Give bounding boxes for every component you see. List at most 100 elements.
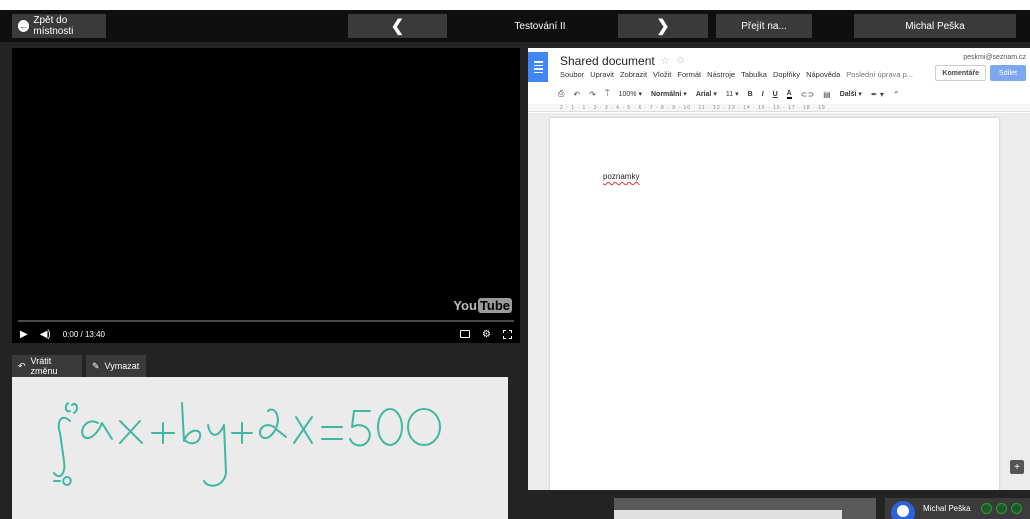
stroke-five [349,410,371,447]
docs-logo-icon[interactable] [528,52,548,82]
back-to-room-label: Zpět do místnosti [33,15,74,37]
menu-item[interactable]: Vložit [653,70,671,79]
stroke-b [181,402,202,445]
doc-title[interactable]: Shared document [560,54,655,68]
doc-title-row: Shared document ☆ ♲ [560,54,685,68]
comments-button[interactable]: Komentáře [935,65,986,81]
stroke-y [203,424,227,487]
ruler-ticks: 2 · 1 · 1 · 2 · 3 · 4 · 5 · 6 · 7 · 8 · … [560,104,826,111]
clear-label: Vymazat [104,361,140,371]
video-controls-right: ⚙ [460,329,512,340]
menu-item[interactable]: Nápověda [806,70,840,79]
previous-button[interactable]: ❮ [348,14,447,38]
menu-item[interactable]: Soubor [560,70,584,79]
italic-icon[interactable]: I [762,91,764,98]
youtube-logo-tube: Tube [477,298,512,313]
video-player[interactable]: You Tube ▶ ◀) 0:00 / 13:40 ⚙ [12,48,520,343]
comment-icon[interactable]: ▤ [823,90,831,99]
doc-canvas: poznamky [528,113,1030,490]
video-controls: ▶ ◀) 0:00 / 13:40 ⚙ [20,326,512,342]
fullscreen-icon[interactable] [503,329,512,339]
youtube-logo-you: You [453,298,477,313]
bold-icon[interactable]: B [748,91,753,98]
arrow-left-circle-icon: ← [18,20,30,32]
stroke-x2 [293,416,313,444]
style-select[interactable]: Normální ▾ [651,90,687,98]
doc-ruler[interactable]: 2 · 1 · 1 · 2 · 3 · 4 · 5 · 6 · 7 · 8 · … [528,104,1030,112]
doc-toolbar: ⎙ ↶ ↷ ⍑ 100% ▾ Normální ▾ Arial ▾ 11 ▾ B… [558,86,1030,102]
font-size-select[interactable]: 11 ▾ [726,90,739,98]
share-button[interactable]: Sdílet [990,65,1026,81]
goto-button[interactable]: Přejít na... [716,14,812,38]
youtube-logo[interactable]: You Tube [453,298,512,313]
user-menu-button[interactable]: Michal Peška [854,14,1016,38]
eraser-icon: ✎ [92,360,100,371]
participant-card[interactable]: Michal Peška [885,498,1030,519]
back-to-room-button[interactable]: ← Zpět do místnosti [12,14,106,38]
more-button[interactable]: Další ▾ [840,90,862,98]
undo-icon: ↶ [18,360,26,371]
undo-icon[interactable]: ↶ [573,90,580,99]
participant-status [980,503,1022,514]
clear-button[interactable]: ✎ Vymazat [86,355,146,377]
video-time: 0:00 / 13:40 [62,329,105,339]
collapse-icon[interactable]: ⌃ [893,90,900,99]
star-icon[interactable]: ☆ [661,56,670,67]
menu-item[interactable]: Doplňky [773,70,800,79]
doc-menubar: Soubor Upravit Zobrazit Vložit Formát Ná… [560,70,913,79]
browser-top-strip [0,0,1030,10]
menu-item[interactable]: Zobrazit [620,70,647,79]
whiteboard-canvas[interactable] [12,377,508,519]
account-email[interactable]: peskmi@seznam.cz [963,54,1026,61]
stroke-upper-limit [64,402,79,414]
video-progress-bar[interactable] [18,320,514,322]
underline-icon[interactable]: U [773,91,778,98]
undo-label: Vrátit změnu [30,356,58,376]
stroke-integral [53,416,71,478]
menu-item[interactable]: Upravit [590,70,614,79]
text-color-icon[interactable]: A [786,90,792,99]
shared-document: Shared document ☆ ♲ peskmi@seznam.cz Sou… [528,48,1030,490]
stroke-lower-limit [53,476,72,486]
play-icon[interactable]: ▶ [20,329,28,340]
stroke-zero1 [377,408,403,446]
link-icon[interactable]: ⊂⊃ [801,90,814,99]
camera-status-icon[interactable] [980,503,992,514]
bottom-panel [614,498,876,519]
menu-item[interactable]: Formát [677,70,701,79]
avatar [891,500,915,519]
last-edit-link[interactable]: Poslední úprava p... [846,70,913,79]
folder-icon[interactable]: ♲ [676,56,685,67]
chevron-left-icon: ❮ [390,18,405,35]
redo-icon[interactable]: ↷ [589,90,596,99]
font-value: Arial [695,91,712,98]
stroke-plus2 [231,422,253,444]
bottom-panel-content[interactable] [614,510,842,519]
paint-format-icon[interactable]: ⍑ [605,89,610,99]
font-size-value: 11 [725,91,734,98]
more-label: Další [839,91,857,98]
undo-button[interactable]: ↶ Vrátit změnu [12,355,82,377]
pen-icon[interactable]: ✒ ▾ [871,90,884,99]
screen-status-icon[interactable] [1010,503,1022,514]
add-icon[interactable]: + [1010,460,1024,474]
gear-icon[interactable]: ⚙ [482,329,491,340]
menu-item[interactable]: Nástroje [707,70,735,79]
volume-icon[interactable]: ◀) [40,329,51,340]
next-button[interactable]: ❯ [618,14,708,38]
font-select[interactable]: Arial ▾ [696,90,717,98]
zoom-select[interactable]: 100% ▾ [619,90,642,98]
style-value: Normální [651,91,682,98]
room-title: Testování II [514,20,566,32]
stroke-zero2 [407,408,441,446]
app-root: ← Zpět do místnosti ❮ Testování II ❯ Pře… [0,0,1030,519]
doc-body-text[interactable]: poznamky [603,172,639,181]
menu-item[interactable]: Tabulka [741,70,767,79]
mic-status-icon[interactable] [995,503,1007,514]
zoom-value: 100% [618,91,637,98]
subtitles-icon[interactable] [460,330,471,338]
doc-page[interactable]: poznamky [550,118,999,490]
stroke-x1 [119,420,143,444]
participant-name: Michal Peška [923,504,971,513]
print-icon[interactable]: ⎙ [558,89,564,99]
